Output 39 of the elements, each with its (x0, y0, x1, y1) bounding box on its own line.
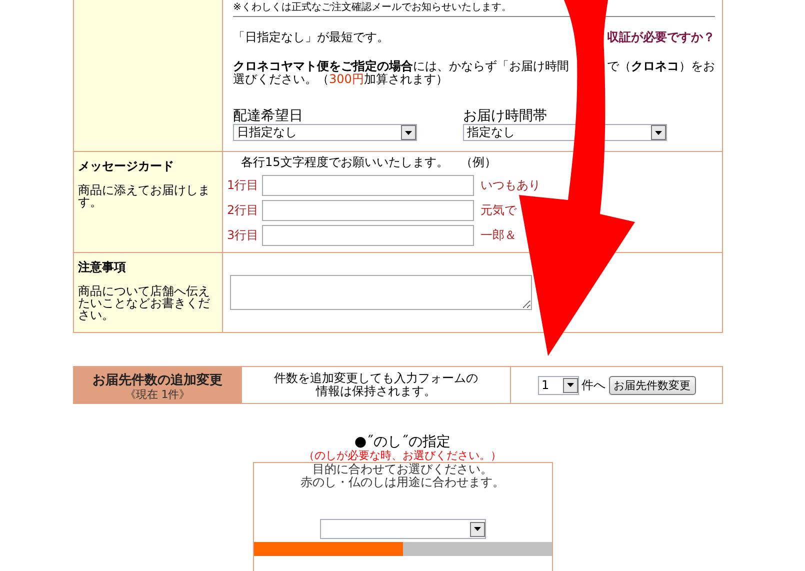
dropdown-icon (562, 378, 578, 392)
shortest-note: 「日指定なし」が最短です。 (233, 29, 389, 46)
description-text: 目的に合わせてお選びください。 (312, 463, 494, 476)
note-text: で（クロネコ）をお (607, 60, 715, 73)
section-title: ●˝のし˝の指定 (354, 435, 451, 450)
example-text: 一郎＆ (480, 227, 517, 244)
dropdown-icon (401, 125, 416, 140)
example-text: いつもあり (480, 177, 541, 194)
line-label: 1行目 (227, 177, 259, 194)
section-title: お届先件数の追加変更 (92, 372, 224, 388)
note-text: クロネコヤマト便をご指定の場合には、かならず「お届け時間 (233, 60, 569, 73)
input-field[interactable] (262, 175, 474, 196)
unit-text: 件へ (582, 376, 606, 394)
count-select[interactable]: 1 (538, 376, 578, 394)
noshi-select[interactable] (320, 519, 486, 539)
section-description: 商品に添えてお届けします。 (78, 184, 211, 208)
description-text: 赤のし・仏のしは用途に合わせます。 (300, 476, 506, 489)
section-title: メッセージカード (78, 158, 175, 175)
input-field[interactable] (262, 225, 474, 246)
line-label: 3行目 (227, 227, 259, 244)
notice-text: ※くわしくは正式なご注文確認メールでお知らせいたします。 (233, 0, 512, 14)
hint-text: 各行15文字程度でお願いいたします。 （例） (240, 154, 498, 171)
notes-field[interactable] (230, 275, 532, 310)
date-label: 配達希望日 (233, 108, 304, 124)
dropdown-icon (651, 125, 666, 140)
time-label: お届け時間帯 (463, 108, 548, 124)
example-text: 元気で (480, 202, 517, 219)
date-select[interactable]: 日指定なし (233, 124, 417, 141)
current-count: 《現在 1件》 (124, 388, 192, 400)
change-count-button[interactable]: お届先件数変更 (608, 376, 696, 394)
receipt-link[interactable]: 収証が必要ですか？ (607, 29, 715, 46)
info-text: 件数を追加変更しても入力フォームの情報は保持されます。 (273, 372, 479, 398)
line-label: 2行目 (227, 202, 259, 219)
note-text: 選びください。（300円加算されます） (233, 73, 448, 86)
section-description: 商品について店舗へ伝えたいことなどお書きください。 (78, 285, 211, 321)
dropdown-icon (470, 522, 484, 536)
section-title: 注意事項 (78, 259, 127, 276)
section-subtitle: （のしが必要な時、お選びください。） (304, 450, 502, 462)
input-field[interactable] (262, 200, 474, 221)
